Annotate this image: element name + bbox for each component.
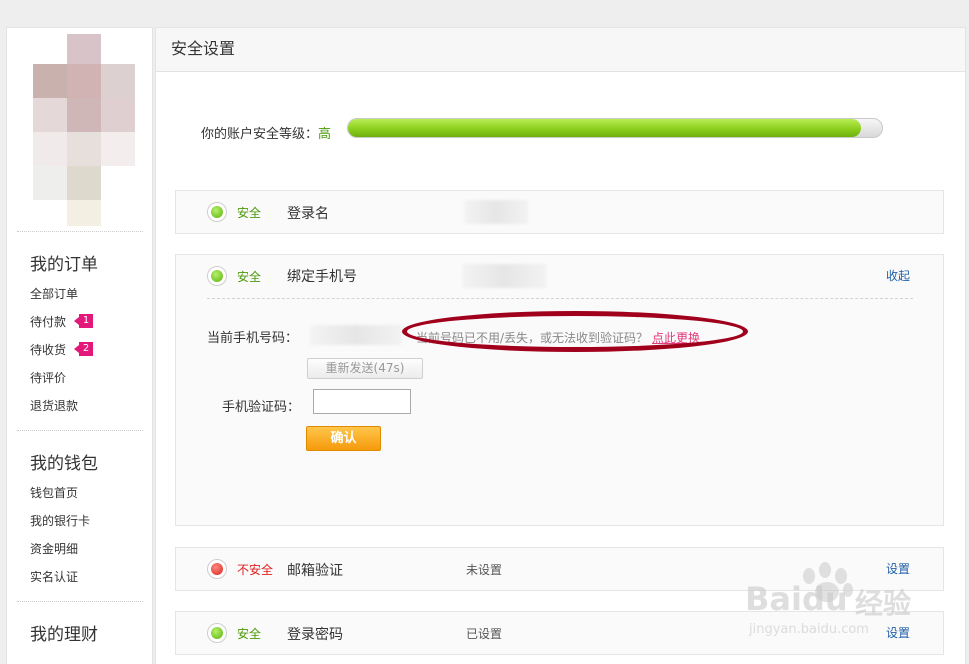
phone-change-hint: 当前号码已不用/丢失，或无法收到验证码？ 点此更换 [416,329,700,346]
redacted-value [462,264,546,288]
unsafe-status-icon [207,559,227,579]
safe-status-icon [207,202,227,222]
sidebar-item-pending-payment[interactable]: 待付款 [30,313,66,330]
phone-change-hint-text: 当前号码已不用/丢失，或无法收到验证码？ [416,331,649,345]
security-level-value: 高 [318,127,332,142]
sidebar-item-fund-details[interactable]: 资金明细 [30,540,78,557]
item-name: 邮箱验证 [287,563,343,579]
item-value: 未设置 [466,563,503,577]
verification-code-input[interactable] [313,389,411,414]
verification-code-label: 手机验证码： [222,400,301,415]
change-phone-link[interactable]: 点此更换 [652,331,700,345]
pending-payment-badge: 1 [74,314,93,328]
main-content: 安全设置 你的账户安全等级：高 安全 登录名 安全 绑定手机号 收起 当前手机号… [155,27,966,664]
item-name: 登录名 [287,206,329,222]
pending-receipt-badge: 2 [74,342,93,356]
status-label: 安全 [237,627,262,641]
password-setup-link[interactable]: 设置 [886,624,910,641]
security-item-login-name: 安全 登录名 [175,190,944,234]
item-value: 已设置 [466,627,503,641]
safe-status-icon [207,266,227,286]
sidebar-section-title-wallet: 我的钱包 [30,454,98,474]
sidebar-divider [17,430,143,431]
sidebar: 我的订单 全部订单 待付款 1 待收货 2 待评价 退货退款 我的钱包 钱包首页… [6,27,153,664]
security-progress-fill [348,119,861,137]
avatar[interactable] [33,34,139,226]
current-phone-label: 当前手机号码： [207,331,299,346]
sidebar-item-pending-review[interactable]: 待评价 [30,369,66,386]
resend-code-button[interactable]: 重新发送(47s) [307,358,423,379]
sidebar-section-title-orders: 我的订单 [30,255,98,275]
sidebar-item-all-orders[interactable]: 全部订单 [30,285,78,302]
confirm-button[interactable]: 确认 [306,426,381,451]
redacted-value [464,200,528,224]
sidebar-item-real-name[interactable]: 实名认证 [30,568,78,585]
item-name: 登录密码 [287,627,343,643]
collapse-link[interactable]: 收起 [886,267,910,284]
sidebar-item-refunds[interactable]: 退货退款 [30,397,78,414]
sidebar-item-bank-cards[interactable]: 我的银行卡 [30,512,90,529]
sidebar-item-wallet-home[interactable]: 钱包首页 [30,484,78,501]
security-progress-bar [347,118,883,138]
item-name: 绑定手机号 [287,269,357,285]
status-label: 安全 [237,270,262,284]
security-item-password: 安全 登录密码 已设置 设置 [175,611,944,655]
status-label: 安全 [237,206,262,220]
page-title: 安全设置 [156,28,965,72]
sidebar-divider [17,231,143,232]
security-level: 你的账户安全等级：高 [201,123,331,142]
email-setup-link[interactable]: 设置 [886,560,910,577]
status-label: 不安全 [237,563,274,577]
sidebar-section-title-finance: 我的理财 [30,625,98,645]
sidebar-item-pending-receipt[interactable]: 待收货 [30,341,66,358]
safe-status-icon [207,623,227,643]
dashed-divider [207,298,913,299]
security-level-label: 你的账户安全等级： [201,127,319,142]
redacted-phone-number [310,325,402,345]
security-item-email: 不安全 邮箱验证 未设置 设置 [175,547,944,591]
security-item-phone: 安全 绑定手机号 收起 当前手机号码： 当前号码已不用/丢失，或无法收到验证码？… [175,254,944,526]
sidebar-divider [17,601,143,602]
